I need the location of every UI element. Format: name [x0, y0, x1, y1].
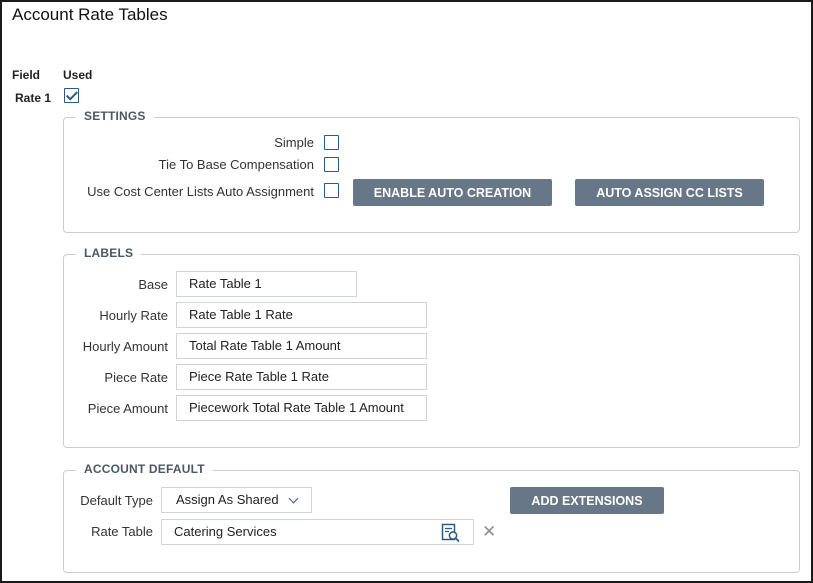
base-label: Base — [138, 277, 168, 292]
tie-to-base-checkbox[interactable] — [324, 157, 339, 172]
tie-to-base-label: Tie To Base Compensation — [158, 157, 314, 172]
auto-assign-cc-lists-button[interactable]: AUTO ASSIGN CC LISTS — [575, 179, 764, 206]
used-checkbox[interactable] — [64, 88, 79, 103]
account-default-legend: ACCOUNT DEFAULT — [76, 462, 213, 476]
rate-table-value: Catering Services — [174, 524, 277, 539]
add-extensions-button[interactable]: ADD EXTENSIONS — [510, 487, 664, 514]
cc-auto-assign-label: Use Cost Center Lists Auto Assignment — [87, 184, 314, 199]
enable-auto-creation-button[interactable]: ENABLE AUTO CREATION — [353, 179, 552, 206]
default-type-value: Assign As Shared — [176, 492, 279, 507]
lookup-search-icon[interactable] — [441, 523, 461, 543]
rate-table-label: Rate Table — [91, 524, 153, 539]
simple-checkbox[interactable] — [324, 135, 339, 150]
hourly-amount-input[interactable]: Total Rate Table 1 Amount — [176, 333, 427, 359]
column-header-used: Used — [63, 68, 93, 82]
cc-auto-assign-checkbox[interactable] — [324, 183, 339, 198]
chevron-down-icon — [288, 493, 299, 504]
page-title: Account Rate Tables — [12, 5, 168, 24]
labels-legend: LABELS — [76, 246, 142, 260]
hourly-amount-label: Hourly Amount — [82, 339, 168, 354]
settings-fieldset: SETTINGS — [63, 109, 800, 233]
rate-table-input[interactable]: Catering Services — [161, 519, 474, 545]
piece-rate-label: Piece Rate — [104, 370, 168, 385]
default-type-label: Default Type — [80, 493, 153, 508]
default-type-select[interactable]: Assign As Shared — [161, 487, 312, 513]
hourly-rate-label: Hourly Rate — [99, 308, 168, 323]
clear-icon[interactable]: ✕ — [482, 523, 496, 540]
piece-amount-input[interactable]: Piecework Total Rate Table 1 Amount — [176, 395, 427, 421]
settings-legend: SETTINGS — [76, 109, 154, 123]
labels-fieldset: LABELS — [63, 246, 800, 448]
piece-rate-input[interactable]: Piece Rate Table 1 Rate — [176, 364, 427, 390]
hourly-rate-input[interactable]: Rate Table 1 Rate — [176, 302, 427, 328]
piece-amount-label: Piece Amount — [87, 401, 168, 416]
row-label-rate-1: Rate 1 — [15, 91, 52, 105]
column-header-field: Field — [12, 68, 41, 82]
simple-label: Simple — [274, 135, 314, 150]
base-input[interactable]: Rate Table 1 — [176, 271, 357, 297]
